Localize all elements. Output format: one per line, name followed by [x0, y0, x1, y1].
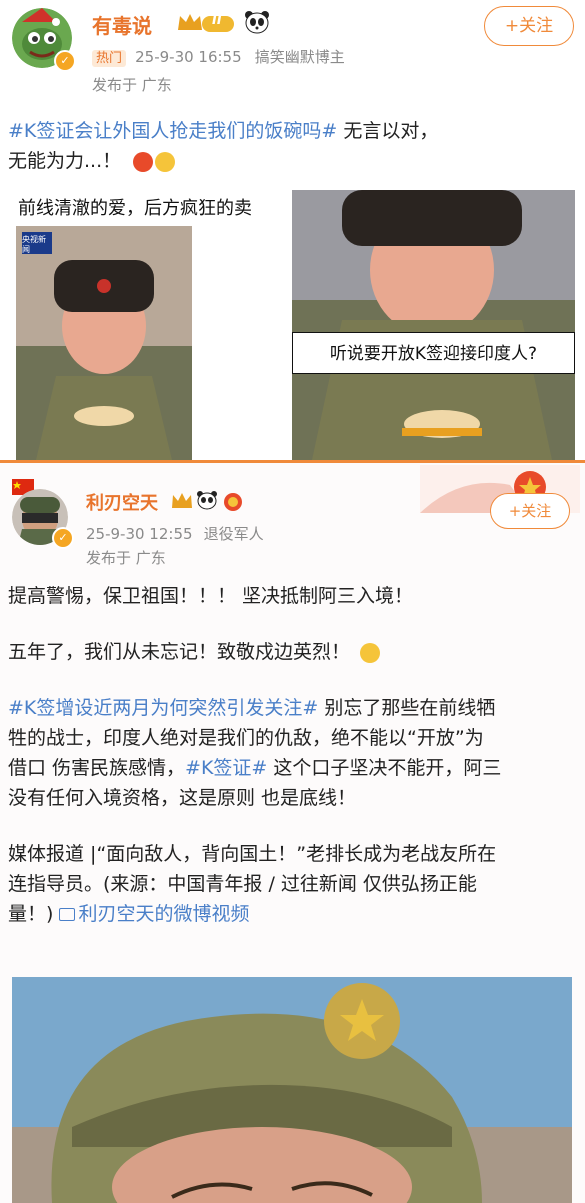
angry-face-icon	[133, 151, 154, 172]
video-link-label: 利刃空天的微博视频	[78, 903, 250, 925]
para-2: 五年了，我们从未忘记！致敬戍边英烈！	[8, 641, 351, 663]
level-badge-text: II	[212, 13, 222, 28]
meta-row: 25-9-30 12:55 退役军人	[86, 523, 264, 544]
para-3-c: 借口 伤害民族感情，	[8, 757, 186, 779]
para-4-a: 媒体报道 |“面向敌人，背向国土！”老排长成为老战友所在	[8, 843, 497, 865]
hashtag-link-2[interactable]: #K签证#	[185, 757, 267, 779]
post-image[interactable]	[12, 977, 572, 1203]
username[interactable]: 有毒说	[92, 10, 152, 39]
verified-badge-icon: ✓	[54, 50, 76, 72]
hashtag-link[interactable]: #K签证会让外国人抢走我们的饭碗吗#	[8, 120, 337, 142]
video-link[interactable]: 利刃空天的微博视频	[59, 903, 249, 925]
crown-icon	[170, 490, 194, 510]
hot-badge: 热门	[92, 50, 127, 67]
post-body: 提高警惕，保卫祖国！！！ 坚决抵制阿三入境！ 五年了，我们从未忘记！致敬戍边英烈…	[8, 581, 578, 929]
para-2-row: 五年了，我们从未忘记！致敬戍边英烈！	[8, 637, 578, 667]
post-2: ✓ 利刃空天 25-9-30 12:55 退役军人 发布于 广东 +关注 提高警…	[0, 460, 585, 1203]
crying-face-icon	[155, 151, 176, 172]
image-top-text: 前线清澈的爱，后方疯狂的卖	[18, 198, 252, 219]
para-3-d: 这个口子坚决不能开，阿三	[267, 757, 502, 779]
post-text-a: 无言以对，	[337, 120, 439, 142]
post-1: ✓ 有毒说 II 热门 25-9-30 16:55 搞笑幽默博主 发布于 广东 …	[0, 0, 585, 460]
verified-badge-icon: ✓	[52, 527, 74, 549]
follow-button[interactable]: +关注	[490, 493, 570, 529]
image-caption: 听说要开放K签迎接印度人?	[292, 332, 575, 374]
para-3-b: 牲的战士，印度人绝对是我们的仇敌，绝不能以“开放”为	[8, 727, 484, 749]
location: 发布于 广东	[92, 76, 172, 94]
user-tag: 搞笑幽默博主	[254, 48, 345, 66]
user-tag: 退役军人	[203, 525, 264, 543]
post-text-b: 无能为力...！	[8, 150, 122, 172]
timestamp: 25-9-30 12:55	[86, 525, 193, 543]
para-4-b: 连指导员。(来源：中国青年报 / 过往新闻 仅供弘扬正能	[8, 873, 477, 895]
para-4: 媒体报道 |“面向敌人，背向国土！”老排长成为老战友所在 连指导员。(来源：中国…	[8, 839, 578, 929]
video-icon	[59, 908, 76, 921]
post-image[interactable]: 前线清澈的爱，后方疯狂的卖 央视新闻 听说要开放K签迎接印度人?	[10, 186, 575, 460]
follow-button[interactable]: +关注	[484, 6, 574, 46]
post-text: #K签证会让外国人抢走我们的饭碗吗# 无言以对， 无能为力...！	[8, 116, 578, 176]
sad-face-icon	[360, 642, 381, 663]
medal-icon	[222, 490, 244, 512]
panda-icon	[196, 490, 218, 510]
timestamp: 25-9-30 16:55	[135, 48, 242, 66]
crown-level-icon: II	[176, 10, 236, 34]
para-4-c: 量！)	[8, 903, 54, 925]
hashtag-link-1[interactable]: #K签增设近两月为何突然引发关注#	[8, 697, 318, 719]
location: 发布于 广东	[86, 549, 166, 567]
meta-row: 热门 25-9-30 16:55 搞笑幽默博主	[92, 46, 345, 67]
username[interactable]: 利刃空天	[86, 489, 158, 515]
soldier-photo-left	[16, 226, 192, 460]
soldier-photo-right	[292, 190, 575, 460]
para-1: 提高警惕，保卫祖国！！！ 坚决抵制阿三入境！	[8, 585, 414, 607]
para-3-a: 别忘了那些在前线牺	[318, 697, 496, 719]
panda-icon	[244, 10, 270, 34]
para-3: #K签增设近两月为何突然引发关注# 别忘了那些在前线牺 牲的战士，印度人绝对是我…	[8, 693, 578, 813]
image-logo: 央视新闻	[22, 235, 46, 254]
para-3-e: 没有任何入境资格，这是原则 也是底线！	[8, 787, 357, 809]
